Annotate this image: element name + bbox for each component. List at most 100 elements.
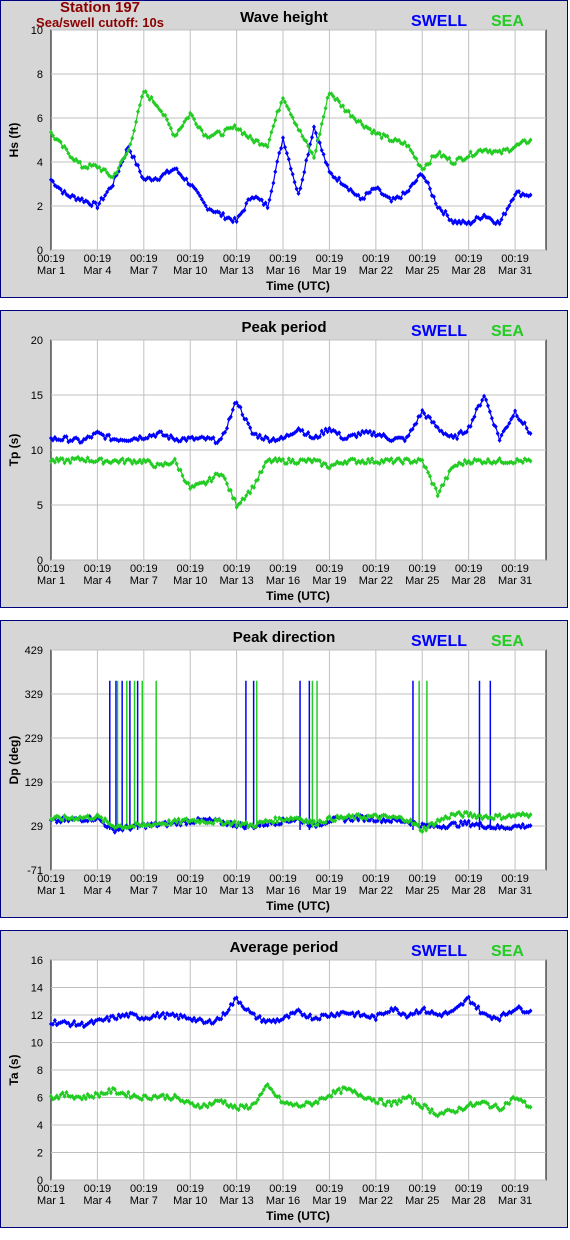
x-tick-time: 00:19: [37, 873, 65, 885]
x-tick-date: Mar 16: [266, 885, 300, 897]
peak-period-chart: 0510152000:19Mar 100:19Mar 400:19Mar 700…: [7, 319, 547, 603]
chart-title: Wave height: [240, 9, 328, 26]
y-tick-label: 6: [37, 1093, 43, 1105]
y-tick-label: 14: [31, 983, 43, 995]
x-tick-time: 00:19: [37, 253, 65, 265]
x-tick-time: 00:19: [362, 563, 390, 575]
x-tick-time: 00:19: [176, 563, 204, 575]
x-tick-time: 00:19: [223, 253, 251, 265]
chart-title: Peak direction: [233, 629, 336, 646]
y-tick-label: 8: [37, 69, 43, 81]
x-tick-time: 00:19: [455, 253, 483, 265]
x-tick-time: 00:19: [362, 1183, 390, 1195]
x-tick-date: Mar 1: [37, 885, 65, 897]
y-tick-label: 2: [37, 201, 43, 213]
y-tick-label: 10: [31, 1038, 43, 1050]
y-axis-label: Hs (ft): [7, 123, 21, 158]
y-tick-label: 5: [37, 500, 43, 512]
x-tick-date: Mar 7: [130, 885, 158, 897]
y-axis-label: Ta (s): [7, 1054, 21, 1085]
x-tick-date: Mar 13: [220, 1195, 254, 1207]
x-tick-date: Mar 4: [83, 575, 111, 587]
x-tick-time: 00:19: [176, 873, 204, 885]
x-tick-date: Mar 25: [405, 885, 439, 897]
legend-swell: SWELL: [411, 633, 467, 650]
y-tick-label: 4: [37, 1120, 43, 1132]
x-tick-date: Mar 19: [312, 1195, 346, 1207]
legend-sea: SEA: [491, 13, 524, 30]
x-axis-label: Time (UTC): [266, 279, 330, 293]
x-tick-date: Mar 16: [266, 265, 300, 277]
x-tick-time: 00:19: [316, 873, 344, 885]
y-tick-label: 16: [31, 955, 43, 967]
x-tick-time: 00:19: [362, 873, 390, 885]
x-tick-date: Mar 10: [173, 885, 207, 897]
x-tick-date: Mar 13: [220, 575, 254, 587]
x-tick-date: Mar 13: [220, 885, 254, 897]
x-tick-time: 00:19: [84, 1183, 112, 1195]
x-tick-time: 00:19: [223, 873, 251, 885]
x-tick-time: 00:19: [269, 253, 297, 265]
x-tick-time: 00:19: [84, 873, 112, 885]
x-tick-time: 00:19: [316, 563, 344, 575]
x-tick-date: Mar 28: [452, 575, 486, 587]
x-tick-date: Mar 4: [83, 885, 111, 897]
x-tick-time: 00:19: [501, 253, 529, 265]
legend-sea: SEA: [491, 323, 524, 340]
x-tick-time: 00:19: [223, 563, 251, 575]
chart-title: Average period: [230, 939, 339, 956]
x-tick-time: 00:19: [223, 1183, 251, 1195]
x-tick-time: 00:19: [455, 1183, 483, 1195]
x-tick-time: 00:19: [408, 1183, 436, 1195]
y-tick-label: 229: [25, 733, 43, 745]
x-tick-time: 00:19: [130, 563, 158, 575]
x-tick-time: 00:19: [269, 873, 297, 885]
x-tick-date: Mar 22: [359, 885, 393, 897]
y-tick-label: 10: [31, 445, 43, 457]
legend-sea: SEA: [491, 943, 524, 960]
x-tick-date: Mar 28: [452, 265, 486, 277]
x-tick-date: Mar 16: [266, 1195, 300, 1207]
x-tick-date: Mar 28: [452, 1195, 486, 1207]
x-tick-time: 00:19: [501, 1183, 529, 1195]
x-tick-time: 00:19: [269, 563, 297, 575]
x-tick-date: Mar 28: [452, 885, 486, 897]
x-tick-time: 00:19: [130, 253, 158, 265]
x-tick-date: Mar 31: [498, 575, 532, 587]
y-tick-label: 8: [37, 1065, 43, 1077]
chart-title: Peak period: [241, 319, 326, 336]
wave-height-panel: 0 2 4 6 8 10 00:19 Mar 1 00:19 Mar 4 00:19 Mar 7 00:…: [0, 0, 568, 298]
x-tick-date: Mar 1: [37, 575, 65, 587]
x-tick-date: Mar 31: [498, 265, 532, 277]
x-tick-date: Mar 1: [37, 1195, 65, 1207]
x-tick-time: 00:19: [316, 1183, 344, 1195]
y-tick-label: 2: [37, 1148, 43, 1160]
y-tick-label: 129: [25, 777, 43, 789]
x-tick-date: Mar 10: [173, 265, 207, 277]
station-title: Station 197: [59, 0, 141, 16]
x-tick-date: Mar 10: [173, 575, 207, 587]
x-tick-date: Mar 4: [83, 1195, 111, 1207]
x-tick-time: 00:19: [176, 1183, 204, 1195]
x-tick-time: 00:19: [84, 563, 112, 575]
x-tick-time: 00:19: [362, 253, 390, 265]
y-tick-label: 20: [31, 335, 43, 347]
y-tick-label: 12: [31, 1010, 43, 1022]
x-tick-date: Mar 16: [266, 575, 300, 587]
x-tick-date: Mar 25: [405, 1195, 439, 1207]
x-tick-date: Mar 22: [359, 1195, 393, 1207]
station-header: Station 197 Sea/swell cutoff: 10s: [0, 0, 200, 30]
x-tick-date: Mar 7: [130, 575, 158, 587]
x-tick-date: Mar 25: [405, 575, 439, 587]
x-tick-time: 00:19: [176, 253, 204, 265]
x-tick-date: Mar 13: [220, 265, 254, 277]
x-tick-date: Mar 19: [312, 265, 346, 277]
x-tick-time: 00:19: [37, 563, 65, 575]
x-tick-date: Mar 1: [37, 265, 65, 277]
legend-swell: SWELL: [411, 13, 467, 30]
x-axis-label: Time (UTC): [266, 589, 330, 603]
plot-area: [50, 29, 547, 251]
legend-sea: SEA: [491, 633, 524, 650]
y-tick-label: 329: [25, 689, 43, 701]
x-axis-label: Time (UTC): [266, 1209, 330, 1223]
